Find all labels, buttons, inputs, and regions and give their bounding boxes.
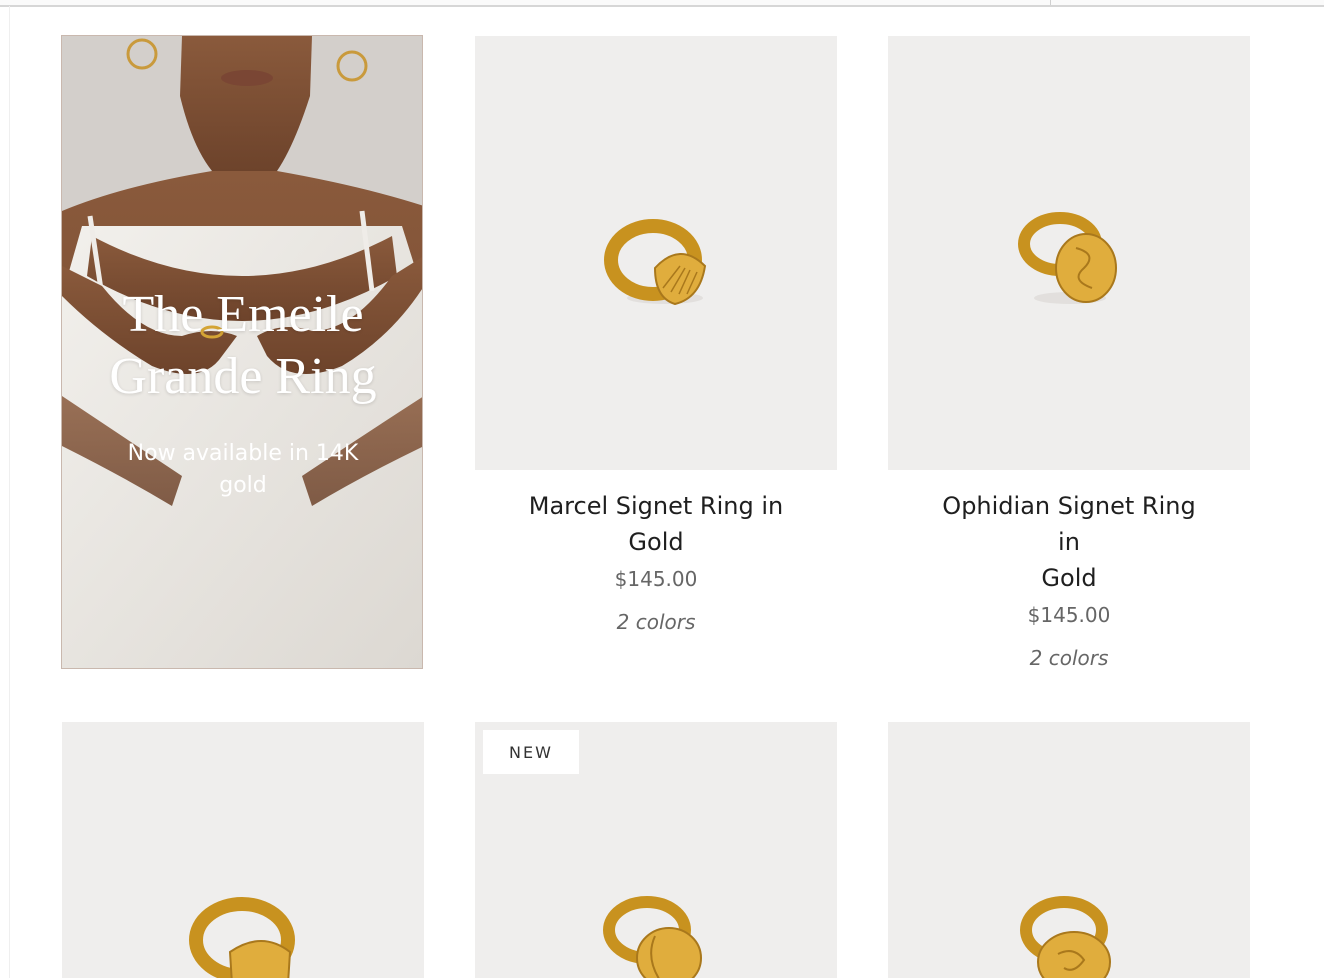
top-divider <box>0 0 1324 7</box>
product-image[interactable] <box>475 36 837 470</box>
engraved-signet-ring-image <box>1020 896 1111 978</box>
promo-subtitle: Now available in 14K gold <box>102 438 384 502</box>
product-image[interactable] <box>62 722 424 978</box>
product-name-line-1: Marcel Signet Ring in <box>528 492 784 520</box>
promo-title-line-2: Grande Ring <box>109 348 377 405</box>
product-name-line-1: Ophidian Signet Ring in <box>942 492 1196 556</box>
product-name-line-2: Gold <box>1041 564 1097 592</box>
product-price: $145.00 <box>614 567 698 591</box>
product-card-row2-3[interactable] <box>888 722 1250 978</box>
product-card-row2-2[interactable]: NEW <box>475 722 837 978</box>
promo-banner[interactable]: The Emeile Grande Ring Now available in … <box>61 35 423 669</box>
product-name[interactable]: Marcel Signet Ring in Gold <box>475 488 837 560</box>
product-card-row2-1[interactable] <box>62 722 424 978</box>
promo-title: The Emeile Grande Ring <box>62 284 422 408</box>
product-image[interactable] <box>888 722 1250 978</box>
product-price: $145.00 <box>1027 603 1111 627</box>
heart-signet-ring-image <box>189 897 295 978</box>
product-image[interactable] <box>888 36 1250 470</box>
product-grid-page: The Emeile Grande Ring Now available in … <box>0 0 1324 978</box>
left-divider <box>9 6 10 978</box>
product-card-ophidian[interactable]: Ophidian Signet Ring in Gold $145.00 2 c… <box>888 36 1250 672</box>
profile-signet-ring-image <box>603 896 702 978</box>
product-color-count[interactable]: 2 colors <box>475 608 837 636</box>
product-name-line-2: Gold <box>628 528 684 556</box>
promo-subtitle-line-1: Now available in 14K <box>127 441 359 466</box>
promo-title-line-1: The Emeile <box>122 286 364 343</box>
marcel-ring-image <box>604 219 707 306</box>
ophidian-ring-image <box>1018 212 1117 304</box>
promo-subtitle-line-2: gold <box>219 473 267 498</box>
product-card-marcel[interactable]: Marcel Signet Ring in Gold $145.00 2 col… <box>475 36 837 636</box>
product-color-count[interactable]: 2 colors <box>888 644 1250 672</box>
product-name[interactable]: Ophidian Signet Ring in Gold <box>888 488 1250 596</box>
product-image[interactable]: NEW <box>475 722 837 978</box>
